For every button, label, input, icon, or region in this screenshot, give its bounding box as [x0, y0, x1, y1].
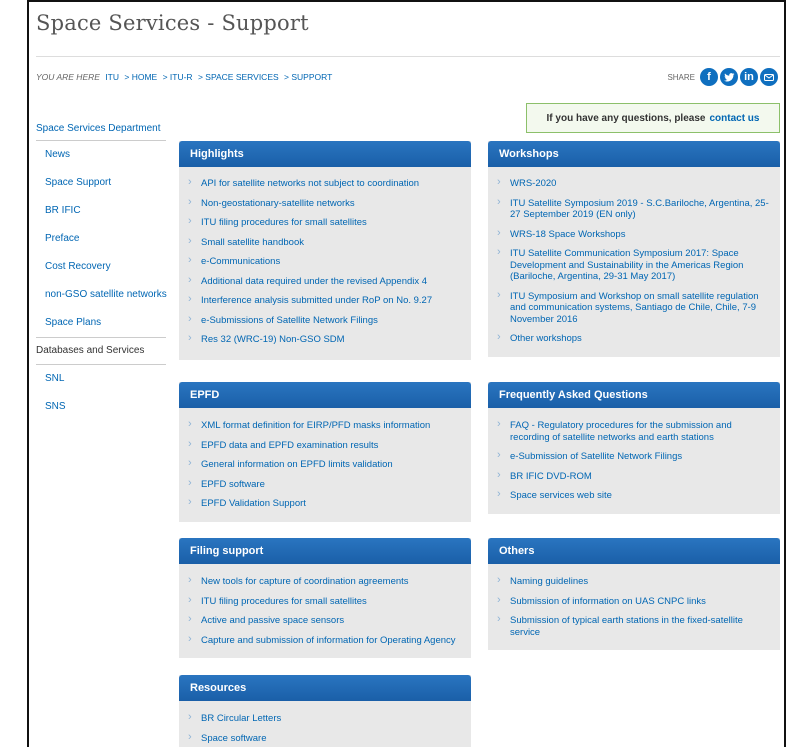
workshops-header: Workshops — [488, 141, 780, 167]
list-item[interactable]: FAQ - Regulatory procedures for the subm… — [496, 416, 770, 447]
sidebar-item-sns[interactable]: SNS — [36, 393, 166, 421]
list-item[interactable]: Additional data required under the revis… — [187, 272, 461, 292]
faq-panel: Frequently Asked Questions FAQ - Regulat… — [488, 382, 780, 514]
list-item[interactable]: ITU Symposium and Workshop on small sate… — [496, 287, 770, 330]
list-item[interactable]: Submission of information on UAS CNPC li… — [496, 592, 770, 612]
list-item[interactable]: ITU filing procedures for small satellit… — [187, 592, 461, 612]
list-item[interactable]: Submission of typical earth stations in … — [496, 611, 770, 642]
list-item[interactable]: ITU filing procedures for small satellit… — [187, 213, 461, 233]
list-item[interactable]: Naming guidelines — [496, 572, 770, 592]
sidebar-item-snl[interactable]: SNL — [36, 365, 166, 393]
linkedin-icon[interactable]: in — [740, 68, 758, 86]
list-item[interactable]: XML format definition for EIRP/PFD masks… — [187, 416, 461, 436]
list-item[interactable]: Capture and submission of information fo… — [187, 631, 461, 651]
list-item[interactable]: WRS-18 Space Workshops — [496, 225, 770, 245]
sidebar-item-space-support[interactable]: Space Support — [36, 169, 166, 197]
list-item[interactable]: Non-geostationary-satellite networks — [187, 194, 461, 214]
list-item[interactable]: New tools for capture of coordination ag… — [187, 572, 461, 592]
list-item[interactable]: BR Circular Letters — [187, 709, 461, 729]
list-item[interactable]: Space software — [187, 729, 461, 749]
list-item[interactable]: Res 32 (WRC-19) Non-GSO SDM — [187, 330, 461, 350]
sidebar-section-databases: Databases and Services — [36, 337, 166, 365]
sidebar-item-non-gso[interactable]: non-GSO satellite networks — [36, 281, 167, 309]
facebook-icon[interactable]: f — [700, 68, 718, 86]
breadcrumb-itu[interactable]: ITU — [105, 72, 119, 82]
resources-panel: Resources BR Circular Letters Space soft… — [179, 675, 471, 747]
breadcrumb: YOU ARE HERE ITU > HOME > ITU-R > SPACE … — [36, 72, 335, 82]
sidebar-item-news[interactable]: News — [36, 141, 166, 169]
epfd-panel: EPFD XML format definition for EIRP/PFD … — [179, 382, 471, 522]
list-item[interactable]: API for satellite networks not subject t… — [187, 174, 461, 194]
page-title: Space Services - Support — [36, 11, 309, 35]
sidebar-heading[interactable]: Space Services Department — [36, 119, 166, 141]
list-item[interactable]: e-Submissions of Satellite Network Filin… — [187, 311, 461, 331]
workshops-panel: Workshops WRS-2020 ITU Satellite Symposi… — [488, 141, 780, 357]
list-item[interactable]: ITU Satellite Symposium 2019 - S.C.Baril… — [496, 194, 770, 225]
resources-header: Resources — [179, 675, 471, 701]
list-item[interactable]: Other workshops — [496, 329, 770, 349]
list-item[interactable]: WRS-2020 — [496, 174, 770, 194]
list-item[interactable]: Interference analysis submitted under Ro… — [187, 291, 461, 311]
list-item[interactable]: EPFD software — [187, 475, 461, 495]
list-item[interactable]: e-Submission of Satellite Network Filing… — [496, 447, 770, 467]
list-item[interactable]: EPFD Validation Support — [187, 494, 461, 514]
faq-header: Frequently Asked Questions — [488, 382, 780, 408]
highlights-header: Highlights — [179, 141, 471, 167]
share-bar: SHARE f in — [667, 68, 778, 86]
sidebar-item-space-plans[interactable]: Space Plans — [36, 309, 166, 337]
list-item[interactable]: Space services web site — [496, 486, 770, 506]
contact-us-link[interactable]: contact us — [709, 113, 759, 124]
list-item[interactable]: Active and passive space sensors — [187, 611, 461, 631]
highlights-panel: Highlights API for satellite networks no… — [179, 141, 471, 360]
twitter-icon[interactable] — [720, 68, 738, 86]
epfd-header: EPFD — [179, 382, 471, 408]
sidebar-item-cost-recovery[interactable]: Cost Recovery — [36, 253, 166, 281]
list-item[interactable]: Small satellite handbook — [187, 233, 461, 253]
list-item[interactable]: e-Communications — [187, 252, 461, 272]
filing-support-header: Filing support — [179, 538, 471, 564]
filing-support-panel: Filing support New tools for capture of … — [179, 538, 471, 658]
breadcrumb-support: > SUPPORT — [284, 72, 333, 82]
breadcrumb-space-services[interactable]: > SPACE SERVICES — [198, 72, 279, 82]
breadcrumb-home[interactable]: > HOME — [124, 72, 157, 82]
sidebar-item-br-ific[interactable]: BR IFIC — [36, 197, 166, 225]
contact-box: If you have any questions, please contac… — [526, 103, 780, 133]
title-divider — [36, 56, 780, 57]
sidebar-item-preface[interactable]: Preface — [36, 225, 166, 253]
list-item[interactable]: ITU Satellite Communication Symposium 20… — [496, 244, 770, 287]
list-item[interactable]: BR IFIC DVD-ROM — [496, 467, 770, 487]
email-icon[interactable] — [760, 68, 778, 86]
breadcrumb-itu-r[interactable]: > ITU-R — [163, 72, 193, 82]
others-panel: Others Naming guidelines Submission of i… — [488, 538, 780, 650]
breadcrumb-label: YOU ARE HERE — [36, 72, 100, 82]
list-item[interactable]: General information on EPFD limits valid… — [187, 455, 461, 475]
share-label: SHARE — [667, 72, 695, 82]
sidebar: Space Services Department News Space Sup… — [36, 119, 167, 421]
contact-text: If you have any questions, please — [546, 112, 706, 124]
list-item[interactable]: EPFD data and EPFD examination results — [187, 436, 461, 456]
others-header: Others — [488, 538, 780, 564]
